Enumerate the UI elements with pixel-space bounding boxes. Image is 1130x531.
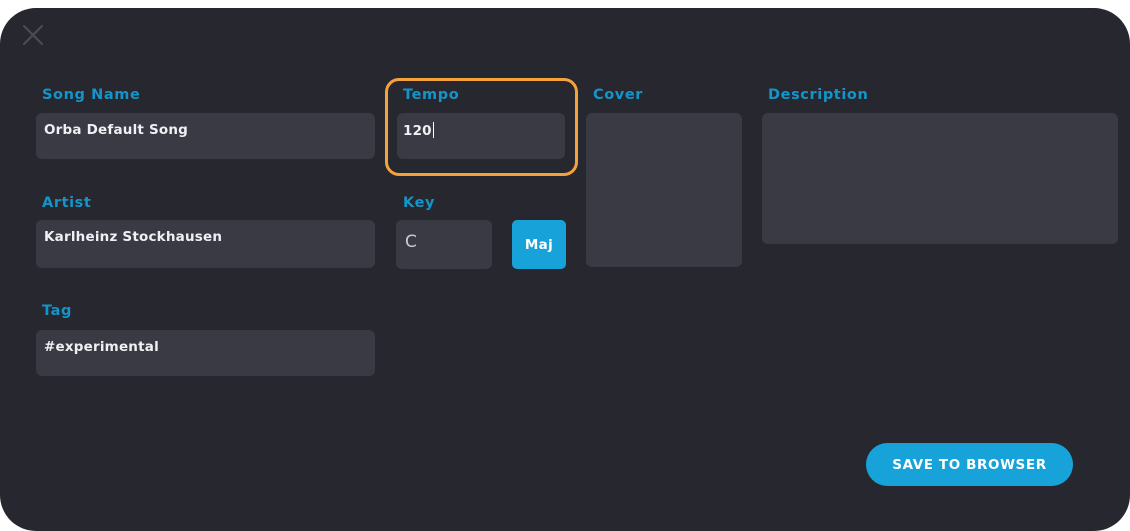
close-icon[interactable] (22, 24, 44, 46)
song-settings-dialog: Song Name Orba Default Song Artist Karlh… (0, 8, 1130, 531)
description-textarea[interactable] (762, 113, 1118, 244)
song-name-label: Song Name (42, 87, 141, 103)
key-label: Key (403, 195, 436, 211)
tag-label: Tag (42, 303, 72, 319)
tempo-value: 120 (403, 123, 432, 139)
song-name-input[interactable]: Orba Default Song (36, 113, 375, 159)
description-label: Description (768, 87, 869, 103)
key-input[interactable]: C (396, 220, 492, 269)
text-caret (432, 122, 435, 138)
artist-label: Artist (42, 195, 92, 211)
artist-input[interactable]: Karlheinz Stockhausen (36, 220, 375, 268)
tempo-input[interactable]: 120 (397, 113, 565, 159)
cover-label: Cover (593, 87, 644, 103)
tempo-label: Tempo (403, 87, 460, 103)
save-to-browser-button[interactable]: SAVE TO BROWSER (866, 443, 1073, 486)
key-mode-button[interactable]: Maj (512, 220, 566, 269)
tag-input[interactable]: #experimental (36, 330, 375, 376)
cover-image-drop[interactable] (586, 113, 742, 267)
